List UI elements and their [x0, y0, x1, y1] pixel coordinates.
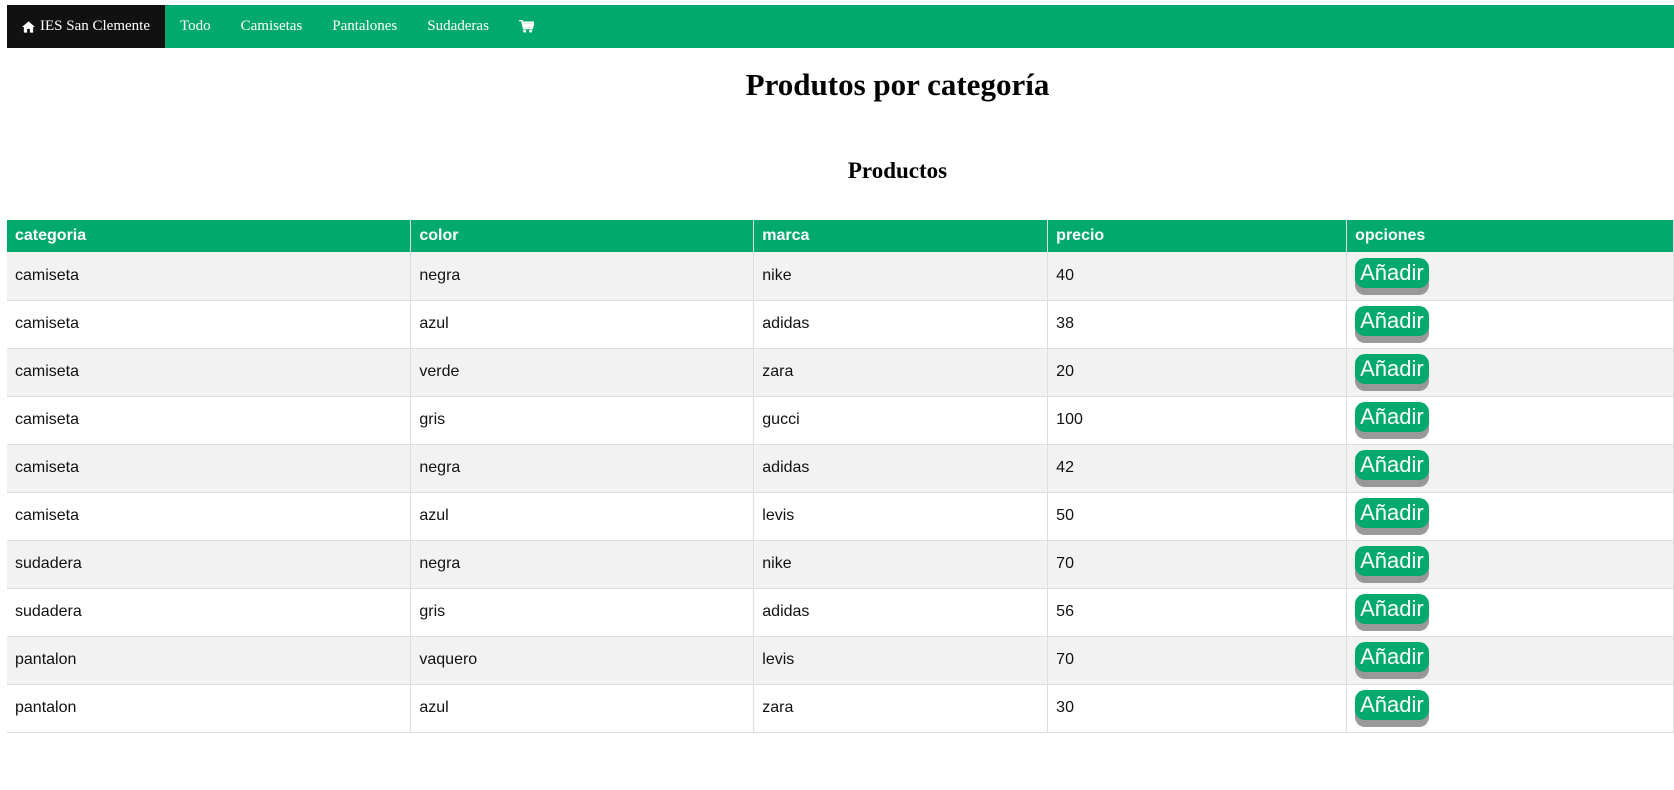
page-title: Produtos por categoría [745, 67, 1050, 102]
add-button[interactable]: Añadir [1355, 354, 1429, 384]
column-header-marca: marca [753, 220, 1049, 252]
cell-precio: 20 [1047, 348, 1348, 397]
cell-precio: 50 [1047, 492, 1348, 541]
table-row: camiseta negra nike 40 Añadir [7, 252, 1674, 301]
table-row: camiseta azul adidas 38 Añadir [7, 300, 1674, 349]
add-button[interactable]: Añadir [1355, 306, 1429, 336]
add-button[interactable]: Añadir [1355, 450, 1429, 480]
cell-marca: zara [753, 348, 1049, 397]
cell-precio: 70 [1047, 636, 1348, 685]
cell-categoria: camiseta [7, 348, 412, 397]
cell-categoria: pantalon [7, 636, 412, 685]
add-button[interactable]: Añadir [1355, 257, 1429, 288]
cell-color: verde [410, 348, 755, 397]
cell-opciones: Añadir [1346, 252, 1674, 301]
nav-item-camisetas[interactable]: Camisetas [226, 5, 318, 48]
column-header-categoria: categoria [7, 220, 412, 252]
add-button[interactable]: Añadir [1355, 690, 1429, 720]
table-row: sudadera gris adidas 56 Añadir [7, 588, 1674, 637]
nav-item-sudaderas[interactable]: Sudaderas [412, 5, 504, 48]
cell-opciones: Añadir [1346, 348, 1674, 397]
cell-categoria: camiseta [7, 396, 412, 445]
cell-opciones: Añadir [1346, 492, 1674, 541]
cell-opciones: Añadir [1346, 396, 1674, 445]
nav-cart-link[interactable] [504, 5, 549, 48]
nav-home-label: IES San Clemente [40, 18, 150, 34]
add-button[interactable]: Añadir [1355, 546, 1429, 576]
cell-marca: gucci [753, 396, 1049, 445]
cell-categoria: camiseta [7, 444, 412, 493]
cell-marca: nike [753, 540, 1049, 589]
cell-marca: zara [753, 684, 1049, 733]
nav-item-pantalones[interactable]: Pantalones [317, 5, 412, 48]
cell-opciones: Añadir [1346, 684, 1674, 733]
cell-precio: 100 [1047, 396, 1348, 445]
nav-item-label: Sudaderas [427, 18, 489, 34]
nav-home-link[interactable]: IES San Clemente [7, 5, 165, 48]
cell-categoria: camiseta [7, 492, 412, 541]
nav-item-label: Camisetas [240, 18, 303, 34]
table-header-row: categoria color marca precio opciones [7, 220, 1674, 252]
cell-color: negra [410, 540, 755, 589]
top-navbar: IES San Clemente Todo Camisetas Pantalon… [7, 5, 1674, 48]
cell-opciones: Añadir [1346, 540, 1674, 589]
cell-categoria: sudadera [7, 588, 412, 637]
cell-color: azul [410, 684, 755, 733]
cell-precio: 38 [1047, 300, 1348, 349]
cell-precio: 30 [1047, 684, 1348, 733]
cell-marca: nike [753, 252, 1049, 301]
cell-opciones: Añadir [1346, 300, 1674, 349]
products-table: categoria color marca precio opciones ca… [7, 220, 1674, 733]
cell-categoria: camiseta [7, 252, 412, 301]
table-row: pantalon azul zara 30 Añadir [7, 684, 1674, 733]
cell-marca: adidas [753, 444, 1049, 493]
cell-color: negra [410, 444, 755, 493]
nav-item-label: Pantalones [332, 18, 398, 34]
add-button[interactable]: Añadir [1355, 402, 1429, 432]
nav-item-todo[interactable]: Todo [165, 5, 226, 48]
cell-color: azul [410, 300, 755, 349]
column-header-opciones: opciones [1346, 220, 1674, 252]
nav-item-label: Todo [179, 18, 211, 34]
table-row: camiseta negra adidas 42 Añadir [7, 444, 1674, 493]
cell-categoria: sudadera [7, 540, 412, 589]
table-row: sudadera negra nike 70 Añadir [7, 540, 1674, 589]
section-title: Productos [847, 158, 948, 183]
cell-precio: 40 [1047, 252, 1348, 301]
cell-marca: adidas [753, 300, 1049, 349]
cell-precio: 70 [1047, 540, 1348, 589]
cell-color: gris [410, 588, 755, 637]
shopping-cart-icon [518, 20, 534, 33]
cell-precio: 42 [1047, 444, 1348, 493]
add-button[interactable]: Añadir [1355, 642, 1429, 672]
add-button[interactable]: Añadir [1355, 594, 1429, 624]
home-icon [22, 20, 35, 33]
column-header-color: color [410, 220, 755, 252]
cell-color: vaquero [410, 636, 755, 685]
cell-categoria: pantalon [7, 684, 412, 733]
cell-categoria: camiseta [7, 300, 412, 349]
cell-marca: levis [753, 636, 1049, 685]
cell-color: negra [410, 252, 755, 301]
table-row: camiseta gris gucci 100 Añadir [7, 396, 1674, 445]
cell-opciones: Añadir [1346, 588, 1674, 637]
table-row: camiseta verde zara 20 Añadir [7, 348, 1674, 397]
cell-opciones: Añadir [1346, 636, 1674, 685]
table-row: camiseta azul levis 50 Añadir [7, 492, 1674, 541]
cell-color: gris [410, 396, 755, 445]
cell-marca: adidas [753, 588, 1049, 637]
cell-precio: 56 [1047, 588, 1348, 637]
cell-marca: levis [753, 492, 1049, 541]
table-row: pantalon vaquero levis 70 Añadir [7, 636, 1674, 685]
cell-color: azul [410, 492, 755, 541]
cell-opciones: Añadir [1346, 444, 1674, 493]
column-header-precio: precio [1047, 220, 1348, 252]
add-button[interactable]: Añadir [1355, 498, 1429, 528]
